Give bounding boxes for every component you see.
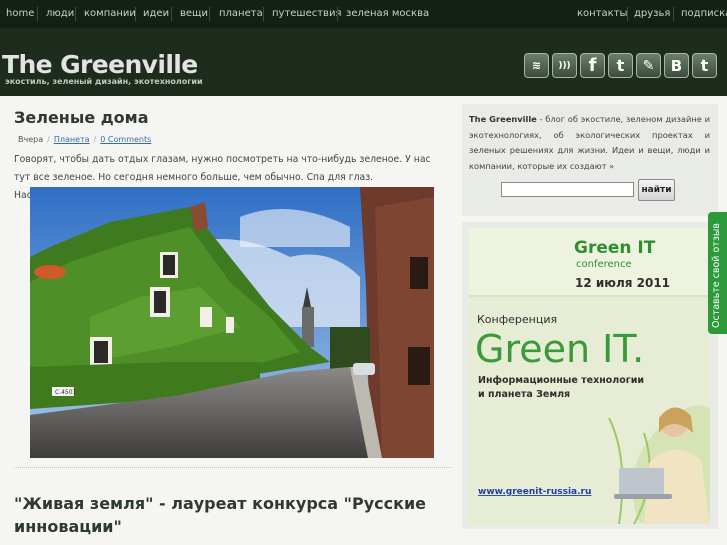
nav-separator [171, 7, 172, 21]
site-tagline: экостиль, зеленый дизайн, экотехнологии [5, 77, 203, 86]
post-meta: Вчера / Планета/0 Comments [18, 135, 151, 144]
top-nav: home люди компании идеи вещи планета пут… [0, 0, 727, 28]
post-title-2[interactable]: "Живая земля" - лауреат конкурса "Русски… [14, 492, 454, 538]
nav-item-friends[interactable]: друзья [634, 8, 670, 19]
search-button[interactable]: найти [638, 179, 675, 201]
feedback-tab[interactable]: Оставьте свой отзыв [708, 212, 727, 334]
nav-item-home[interactable]: home [6, 8, 34, 19]
nav-item-companies[interactable]: компании [84, 8, 136, 19]
social-glyph: B [670, 56, 683, 75]
nav-item-green-moscow[interactable]: зеленая москва [346, 8, 429, 19]
post-image[interactable]: C.4501 [30, 187, 434, 458]
nav-separator [135, 7, 136, 21]
photo-plate-label: C.4501 [55, 389, 77, 396]
nav-item-travel[interactable]: путешествия [272, 8, 341, 19]
social-glyph: t [700, 56, 709, 75]
post-image-illustration: C.4501 [30, 187, 434, 458]
post-divider [14, 467, 451, 468]
banner-conf-desc-2: и планета Земля [478, 389, 570, 400]
social-glyph: ✎ [642, 57, 655, 74]
green-it-banner-art: Green IT conference 12 июля 2011 Конфере… [469, 228, 710, 524]
search-input[interactable] [501, 182, 634, 197]
livejournal-icon[interactable]: ✎ [636, 53, 661, 78]
banner-url: www.greenit-russia.ru [478, 487, 591, 497]
rss-feed-icon[interactable]: ≋ [524, 53, 549, 78]
tumblr-icon[interactable]: t [692, 53, 717, 78]
post-title[interactable]: Зеленые дома [14, 108, 149, 127]
nav-item-planet[interactable]: планета [219, 8, 263, 19]
banner-event-title: Green IT [574, 238, 656, 258]
post-date: Вчера [18, 135, 44, 144]
about-brand: The Greenville [469, 114, 537, 124]
post-category-link[interactable]: Планета [54, 135, 90, 144]
nav-item-things[interactable]: вещи [180, 8, 208, 19]
twitter-icon[interactable]: t [608, 53, 633, 78]
nav-separator [673, 7, 674, 21]
banner-conf-label: Конференция [477, 313, 557, 326]
about-text: The Greenville - блог об экостиле, зелен… [469, 112, 710, 174]
vkontakte-icon[interactable]: B [664, 53, 689, 78]
nav-separator [627, 7, 628, 21]
social-glyph: ))) [558, 60, 571, 71]
meta-separator: / [47, 135, 50, 144]
nav-separator [263, 7, 264, 21]
nav-separator [37, 7, 38, 21]
banner-event-date: 12 июля 2011 [575, 276, 670, 290]
nav-separator [337, 7, 338, 21]
nav-item-contacts[interactable]: контакты [577, 8, 627, 19]
nav-item-subscribe[interactable]: подписка [681, 8, 727, 19]
facebook-icon[interactable]: f [580, 53, 605, 78]
banner-event-sub: conference [576, 259, 632, 270]
social-glyph: f [588, 55, 597, 76]
green-it-banner[interactable]: Green IT conference 12 июля 2011 Конфере… [469, 228, 710, 524]
social-glyph: ≋ [531, 59, 542, 72]
site-logo[interactable]: The Greenville [2, 50, 198, 79]
social-glyph: t [616, 56, 625, 75]
meta-separator: / [93, 135, 97, 144]
banner-conf-name: Green IT. [475, 327, 644, 371]
nav-item-people[interactable]: люди [46, 8, 74, 19]
nav-separator [75, 7, 76, 21]
nav-separator [209, 7, 210, 21]
rss-icon[interactable]: ))) [552, 53, 577, 78]
banner-conf-desc-1: Информационные технологии [478, 375, 644, 386]
feedback-tab-label: Оставьте свой отзыв [711, 223, 722, 328]
post-comments-link[interactable]: 0 Comments [100, 135, 151, 144]
nav-item-ideas[interactable]: идеи [143, 8, 169, 19]
